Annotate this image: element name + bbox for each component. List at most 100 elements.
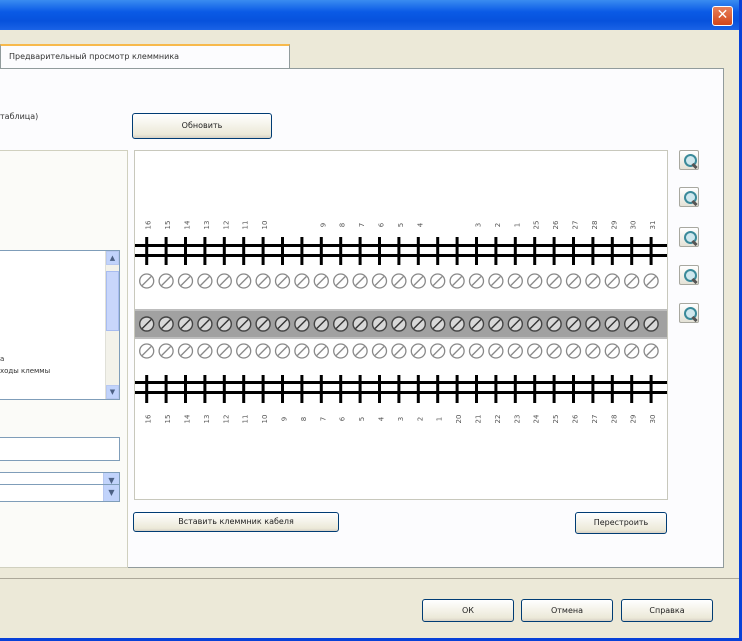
bottom-rail bbox=[135, 381, 667, 384]
terminal-number-bottom: 6 bbox=[339, 416, 347, 421]
terminal-bar-bottom bbox=[533, 375, 537, 403]
title-bar[interactable]: ✕ bbox=[0, 0, 739, 30]
ok-button[interactable]: ОК bbox=[422, 599, 514, 622]
scroll-up-icon[interactable]: ▲ bbox=[106, 251, 119, 265]
refresh-button[interactable]: Обновить bbox=[132, 113, 272, 139]
cancel-button[interactable]: Отмена bbox=[521, 599, 613, 622]
terminal-number-bottom: 20 bbox=[455, 415, 463, 424]
terminal-bar-bottom bbox=[203, 375, 207, 403]
terminal-number-bottom: 24 bbox=[533, 414, 541, 423]
terminal-bar-top bbox=[610, 237, 614, 265]
terminal-number-top: 26 bbox=[552, 220, 560, 229]
terminal-bar-bottom bbox=[610, 375, 614, 403]
terminal-number-bottom: 14 bbox=[184, 414, 192, 423]
dialog-window: ✕ Предварительный просмотр клеммника таб… bbox=[0, 0, 742, 641]
terminal-bar-bottom bbox=[378, 375, 381, 403]
terminal-bar-bottom bbox=[261, 375, 265, 403]
terminal-number-top: 15 bbox=[164, 221, 172, 230]
zoom-out-icon[interactable] bbox=[679, 187, 699, 207]
terminal-number-bottom: 13 bbox=[203, 415, 211, 424]
terminal-bar-bottom bbox=[591, 375, 595, 403]
terminal-bar-bottom bbox=[572, 375, 575, 403]
terminal-bar-bottom bbox=[164, 375, 168, 403]
zoom-in-icon[interactable] bbox=[679, 150, 699, 170]
terminal-bar-bottom bbox=[630, 375, 634, 403]
terminal-preview-canvas[interactable]: 16 16 15 15 14 14 13 13 12 12 11 11 10 10 9 8 9 7 8 6 7 5 6 4 5 3… bbox=[134, 150, 668, 500]
terminal-bar-top bbox=[572, 237, 575, 265]
terminal-number-bottom: 26 bbox=[572, 414, 580, 423]
terminal-number-bottom: 30 bbox=[649, 415, 657, 424]
terminal-number-bottom: 27 bbox=[591, 415, 599, 424]
terminal-number-top: 11 bbox=[242, 221, 250, 230]
terminal-number-bottom: 15 bbox=[164, 415, 172, 424]
terminal-number-bottom: 4 bbox=[378, 416, 386, 421]
zoom-all-icon[interactable] bbox=[679, 303, 699, 323]
tab-strip: Предварительный просмотр клеммника bbox=[0, 44, 739, 70]
terminal-bar-bottom bbox=[222, 375, 226, 403]
terminal-number-bottom: 3 bbox=[397, 417, 405, 421]
terminal-bar-top bbox=[164, 237, 168, 265]
terminal-bar-bottom bbox=[319, 375, 323, 403]
combo-box-2[interactable]: ▼ bbox=[0, 484, 120, 502]
terminal-number-top: 7 bbox=[358, 223, 366, 227]
terminal-bar-bottom bbox=[145, 375, 149, 403]
terminal-bar-top bbox=[261, 237, 265, 265]
terminal-bar-top bbox=[436, 237, 440, 265]
terminal-listbox[interactable]: а ходы клеммы ▲ ▼ bbox=[0, 250, 120, 400]
terminal-number-bottom: 16 bbox=[145, 414, 153, 423]
zoom-window-icon[interactable] bbox=[679, 227, 699, 247]
terminal-bar-top bbox=[242, 237, 246, 265]
terminal-bar-bottom bbox=[416, 375, 420, 403]
terminal-number-top: 28 bbox=[591, 221, 599, 230]
terminal-bar-top bbox=[513, 237, 517, 265]
terminal-number-bottom: 11 bbox=[242, 415, 250, 424]
terminal-bar-bottom bbox=[475, 375, 478, 403]
scroll-thumb[interactable] bbox=[106, 271, 119, 331]
terminal-bar-top bbox=[378, 237, 381, 265]
chevron-down-icon[interactable]: ▼ bbox=[103, 485, 119, 501]
left-group-label: таблица) bbox=[0, 112, 39, 121]
terminal-bar-top bbox=[339, 237, 343, 265]
scroll-down-icon[interactable]: ▼ bbox=[106, 385, 119, 399]
terminal-bar-bottom bbox=[358, 375, 362, 403]
terminal-bar-top bbox=[358, 237, 362, 265]
listbox-scrollbar[interactable]: ▲ ▼ bbox=[105, 251, 119, 399]
terminal-number-bottom: 7 bbox=[319, 417, 327, 421]
list-item[interactable]: ходы клеммы bbox=[0, 367, 50, 375]
terminal-number-top: 3 bbox=[475, 223, 483, 227]
terminal-number-bottom: 9 bbox=[281, 417, 289, 421]
help-button[interactable]: Справка bbox=[621, 599, 713, 622]
terminal-bar-top bbox=[184, 237, 187, 265]
terminal-number-top: 25 bbox=[533, 221, 541, 230]
terminal-bar-top bbox=[533, 237, 537, 265]
terminal-number-bottom: 25 bbox=[552, 415, 560, 424]
terminal-bar-top bbox=[281, 237, 284, 265]
insert-cable-terminal-button[interactable]: Вставить клеммник кабеля bbox=[133, 512, 339, 532]
list-item[interactable]: а bbox=[0, 355, 4, 363]
terminal-number-bottom: 10 bbox=[261, 415, 269, 424]
terminal-number-bottom: 2 bbox=[416, 417, 424, 421]
terminal-number-top: 29 bbox=[610, 221, 618, 230]
terminal-number-bottom: 22 bbox=[494, 415, 502, 424]
terminal-number-top: 14 bbox=[184, 220, 192, 229]
terminal-bar-top bbox=[416, 237, 420, 265]
terminal-number-bottom: 8 bbox=[300, 417, 308, 421]
footer-separator bbox=[0, 578, 739, 579]
top-rail bbox=[135, 244, 667, 247]
terminal-number-bottom: 1 bbox=[436, 417, 444, 421]
terminal-bar-top bbox=[649, 237, 653, 265]
terminal-bar-bottom bbox=[281, 375, 284, 403]
text-field[interactable] bbox=[0, 437, 120, 461]
terminal-number-top: 27 bbox=[572, 221, 580, 230]
zoom-fit-icon[interactable] bbox=[679, 265, 699, 285]
close-button[interactable]: ✕ bbox=[712, 6, 733, 26]
tab-terminal-preview[interactable]: Предварительный просмотр клеммника bbox=[0, 44, 290, 70]
terminal-number-bottom: 12 bbox=[222, 415, 230, 424]
bottom-rail bbox=[135, 391, 667, 394]
terminal-number-bottom: 28 bbox=[610, 415, 618, 424]
terminal-bar-top bbox=[475, 237, 478, 265]
terminal-bar-top bbox=[222, 237, 226, 265]
terminal-number-top: 4 bbox=[416, 222, 424, 227]
terminal-number-top: 1 bbox=[513, 223, 521, 227]
rebuild-button[interactable]: Перестроить bbox=[575, 512, 667, 534]
